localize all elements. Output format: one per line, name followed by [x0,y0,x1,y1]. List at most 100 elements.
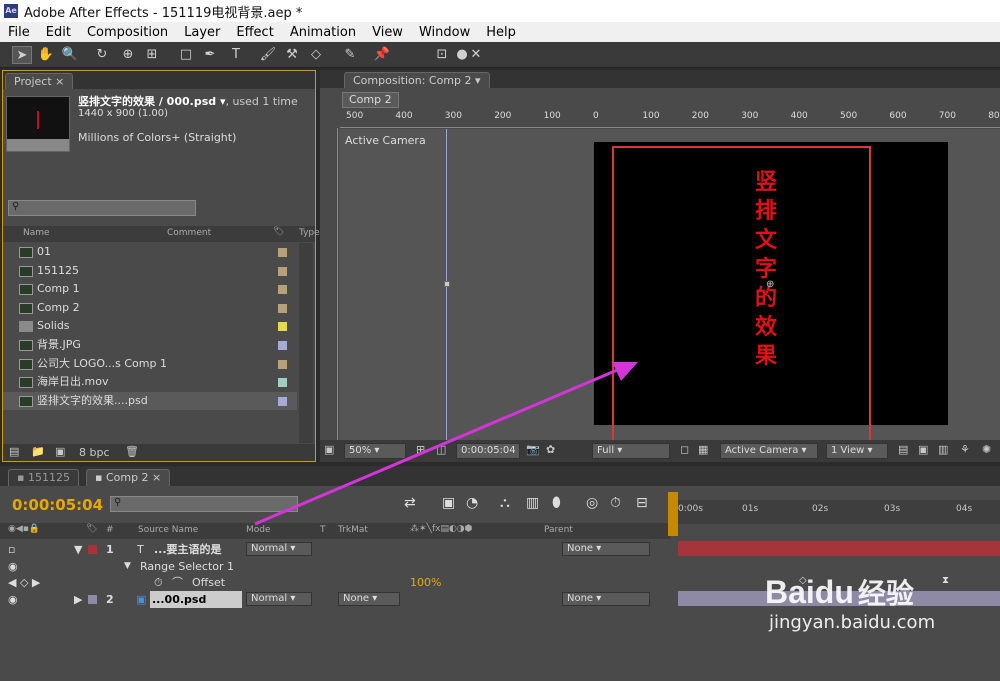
trash-icon[interactable]: 🗑 [125,445,139,458]
safe-margins-icon[interactable]: ⊞ [416,443,425,456]
label-color[interactable] [88,595,97,604]
expand-arrow-icon[interactable]: ▼ [74,541,82,558]
project-item[interactable]: 竖排文字的效果....psd [3,391,297,410]
zoom-dropdown[interactable]: 50% ▾ [344,443,406,459]
shy-layers-icon[interactable]: ◔ [466,495,478,511]
mask-visibility-icon[interactable]: ◫ [436,443,446,456]
label-color-swatch[interactable] [278,341,287,350]
expand-arrow-icon[interactable]: ▶ [74,591,82,608]
pan-behind-tool-icon[interactable]: ⊞ [142,46,162,64]
zoom-tool-icon[interactable]: 🔍 [60,46,80,64]
pen-tool-icon[interactable]: ✒ [200,46,220,64]
label-color-swatch[interactable] [278,359,287,369]
new-comp-icon[interactable]: ▣ [55,445,65,458]
work-area-icon[interactable]: ⊟ [636,495,648,511]
label-tag-icon[interactable]: 🏷 [273,227,284,237]
project-item[interactable]: 公司大 LOGO...s Comp 1 [3,355,297,373]
motion-blur-icon[interactable]: ▥ [526,495,539,511]
label-color-swatch[interactable] [278,285,287,295]
tab-comp-2[interactable]: ▪ Comp 2 × [86,469,171,486]
snapshot-icon[interactable]: 📷 [526,443,540,456]
menu-view[interactable]: View [364,25,411,40]
col-source-name[interactable]: Source Name [138,525,198,535]
flowchart-icon[interactable]: ⚘ [960,443,970,456]
tab-151125[interactable]: ▪ 151125 [8,469,79,486]
brush-tool-icon[interactable]: 🖌 [258,46,278,64]
project-item[interactable]: 海岸日出.mov [3,373,297,391]
menu-window[interactable]: Window [411,25,478,40]
menu-edit[interactable]: Edit [38,25,79,40]
timeline-timecode[interactable]: 0:00:05:04 [12,496,103,514]
layer-mode-dropdown[interactable]: Normal ▾ [246,542,312,556]
current-time-display[interactable]: 0:00:05:04 [456,443,520,459]
transparency-grid-icon[interactable]: ▦ [698,443,708,456]
draft-3d-icon[interactable]: ▣ [442,495,455,511]
video-toggle-icon[interactable]: ▫ [8,541,15,558]
col-t[interactable]: T [320,525,326,535]
type-tool-icon[interactable]: T [226,46,246,64]
region-of-interest-icon[interactable]: ◻ [680,443,689,456]
label-color-swatch[interactable] [278,396,287,406]
comp-mini-flowchart-icon[interactable]: ⇄ [404,495,416,511]
layer-mode-dropdown[interactable]: Normal ▾ [246,592,312,606]
menu-animation[interactable]: Animation [282,25,364,40]
layer-switches-icon[interactable]: ⁂✶╲fx▤◐◑⬢ [410,524,473,534]
col-trkmat[interactable]: TrkMat [338,525,368,535]
project-item[interactable]: 151125 [3,262,297,280]
hand-tool-icon[interactable]: ✋ [36,46,56,64]
tab-project[interactable]: Project × [5,73,74,89]
toggle-pixel-aspect-icon[interactable]: ▤ [898,443,908,456]
auto-keyframe-icon[interactable]: ◎ [586,495,598,511]
camera-orbit-tool-icon[interactable]: ⊕ [118,46,138,64]
eye-icon[interactable]: ◉ [8,558,18,575]
menu-file[interactable]: File [0,25,38,40]
graph-editor-icon[interactable]: ⏱ [610,495,621,511]
puppet-pin-tool-icon[interactable]: 📌 [372,46,392,64]
layer-name[interactable]: ...00.psd [150,591,242,608]
view-axis-icon[interactable]: ✕ [466,46,486,64]
label-color[interactable] [88,545,97,554]
project-item[interactable]: Comp 2 [3,299,297,317]
interpret-footage-icon[interactable]: ▤ [9,445,19,458]
timeline-icon[interactable]: ▥ [938,443,948,456]
col-comment[interactable]: Comment [167,228,211,238]
label-color-swatch[interactable] [278,303,287,313]
menu-effect[interactable]: Effect [228,25,281,40]
always-preview-icon[interactable]: ▣ [324,443,334,456]
view-layout-dropdown[interactable]: 1 View ▾ [826,443,888,459]
3d-view-dropdown[interactable]: Active Camera ▾ [720,443,818,459]
range-selector-label[interactable]: Range Selector 1 [140,558,234,575]
project-item[interactable]: 背景.JPG [3,336,297,354]
expand-arrow-icon[interactable]: ▼ [124,558,131,575]
col-type[interactable]: Type [299,228,320,238]
col-parent[interactable]: Parent [544,525,573,535]
av-features-icon[interactable]: ◉◀▪🔒 [8,524,40,534]
trkmat-dropdown[interactable]: None ▾ [338,592,400,606]
selection-tool-icon[interactable]: ➤ [12,46,32,64]
guide-handle[interactable] [444,281,450,287]
rotate-tool-icon[interactable]: ↻ [92,46,112,64]
resolution-dropdown[interactable]: Full ▾ [592,443,670,459]
current-time-indicator[interactable] [668,492,678,536]
clone-stamp-tool-icon[interactable]: ⚒ [282,46,302,64]
brainstorm-icon[interactable]: ⬮ [552,495,561,511]
comp-flowchart-tab[interactable]: Comp 2 [342,92,399,108]
parent-dropdown[interactable]: None ▾ [562,592,650,606]
vertical-text-layer[interactable]: 竖排文字的效果 [752,168,780,371]
project-scrollbar[interactable] [299,243,313,443]
offset-row[interactable]: ◀ ◇ ▶ ⏱ ⌒ Offset 100% [0,574,670,591]
eye-icon[interactable]: ◉ [8,591,18,608]
keyframe-hold-icon[interactable]: ⧗ [942,575,949,586]
local-axis-icon[interactable]: ⊡ [432,46,452,64]
tab-composition[interactable]: Composition: Comp 2 ▾ [344,72,490,88]
time-ruler[interactable]: 0:00s 01s 02s 03s 04s [678,500,1000,524]
layer-name[interactable]: ...要主语的是 [154,541,222,558]
exposure-icon[interactable]: ✺ [982,443,991,456]
menu-layer[interactable]: Layer [176,25,228,40]
layer-row-1[interactable]: ▫ ▼ 1 T ...要主语的是 Normal ▾ None ▾ [0,541,670,558]
anchor-point-icon[interactable]: ⊕ [766,279,774,290]
layer-bounding-box[interactable] [612,146,871,458]
layer-1-duration-bar[interactable] [678,541,1000,556]
show-channel-icon[interactable]: ✿ [546,443,555,456]
col-name[interactable]: Name [23,228,50,238]
